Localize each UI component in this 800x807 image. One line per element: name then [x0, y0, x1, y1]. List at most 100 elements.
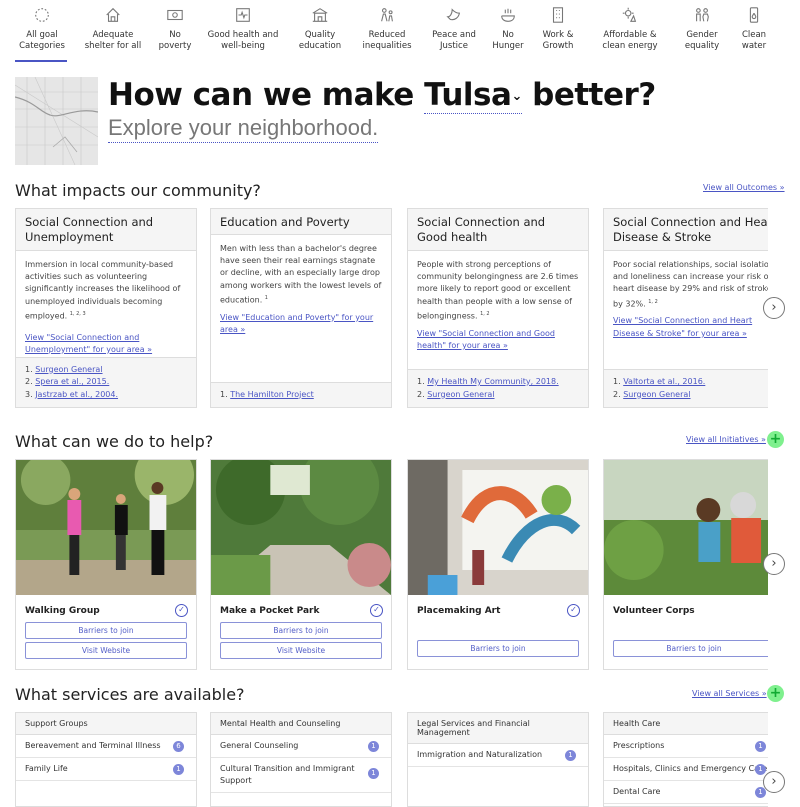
barriers-to-join-button[interactable]: Barriers to join: [220, 622, 382, 639]
reference-link[interactable]: Surgeon General: [35, 365, 102, 374]
city-selector[interactable]: Tulsa⌄: [424, 77, 522, 114]
chevron-right-icon: ›: [771, 774, 777, 789]
barriers-to-join-button[interactable]: Barriers to join: [417, 640, 579, 657]
service-category-title: Health Care: [604, 713, 768, 735]
impact-card: Social Connection and Unemployment Immer…: [15, 208, 197, 408]
people-icon: [360, 6, 414, 26]
reference-item: 1. Valtorta et al., 2016.: [613, 377, 706, 386]
nav-item-health[interactable]: Good health and well-being: [206, 6, 280, 52]
nav-item-work[interactable]: Work & Growth: [538, 6, 578, 52]
nav-item-peace[interactable]: Peace and Justice: [430, 6, 478, 52]
reference-item: 2. Spera et al., 2015.: [25, 377, 110, 386]
service-row[interactable]: Bereavement and Terminal Illness 6: [16, 735, 196, 758]
impact-card-link[interactable]: View "Social Connection and Heart Diseas…: [613, 315, 768, 339]
impact-card-link[interactable]: View "Social Connection and Unemployment…: [25, 332, 187, 356]
reference-link[interactable]: Surgeon General: [427, 390, 494, 399]
plus-icon: +: [769, 431, 782, 447]
barriers-to-join-button[interactable]: Barriers to join: [613, 640, 768, 657]
reference-link[interactable]: Spera et al., 2015.: [35, 377, 109, 386]
service-label: Dental Care: [613, 787, 661, 796]
nav-item-gender[interactable]: Gender equality: [682, 6, 722, 52]
school-icon: [294, 6, 346, 26]
service-category-title: Legal Services and Financial Management: [408, 713, 588, 744]
nav-item-education[interactable]: Quality education: [294, 6, 346, 52]
reference-item: 1. Surgeon General: [25, 364, 103, 374]
count-badge: 1: [565, 750, 576, 761]
reference-item: 1. My Health My Community, 2018.: [417, 377, 559, 386]
service-row[interactable]: General Counseling 1: [211, 735, 391, 758]
reference-item: 3. Jastrzab et al., 2004.: [25, 389, 119, 399]
impact-card: Education and Poverty Men with less than…: [210, 208, 392, 408]
nav-item-hunger[interactable]: No Hunger: [490, 6, 526, 52]
chevron-down-icon: ⌄: [511, 89, 522, 104]
service-row[interactable]: Immigration and Naturalization 1: [408, 744, 588, 767]
impact-card-link[interactable]: View "Education and Poverty" for your ar…: [220, 312, 382, 336]
nav-item-inequalities[interactable]: Reduced inequalities: [360, 6, 414, 52]
impact-card-title: Social Connection and Heart Disease & St…: [604, 209, 768, 251]
reference-link[interactable]: Surgeon General: [623, 390, 690, 399]
citation-marks: 1: [264, 294, 268, 301]
service-label: Cultural Transition and Immigrant Suppor…: [220, 764, 355, 785]
carousel-next-button[interactable]: ›: [763, 771, 785, 793]
placemaking-art-photo: [408, 460, 588, 595]
check-circle-icon[interactable]: ✓: [370, 604, 383, 617]
view-all-outcomes-link[interactable]: View all Outcomes »: [703, 183, 785, 192]
reference-link[interactable]: Jastrzab et al., 2004.: [35, 390, 118, 399]
initiative-card: Walking Group ✓ Barriers to join Visit W…: [15, 459, 197, 670]
count-badge: 1: [755, 741, 766, 752]
references: 1. My Health My Community, 2018. 2. Surg…: [408, 369, 588, 407]
add-service-button[interactable]: +: [767, 685, 784, 702]
nav-item-label: Reduced inequalities: [362, 30, 412, 51]
house-icon: [78, 6, 148, 26]
reference-link[interactable]: Valtorta et al., 2016.: [623, 377, 705, 386]
page-subtitle[interactable]: Explore your neighborhood.: [108, 115, 379, 143]
view-all-services-link[interactable]: View all Services »: [692, 689, 767, 698]
check-circle-icon[interactable]: ✓: [175, 604, 188, 617]
reference-item: 1. The Hamilton Project: [220, 389, 314, 399]
carousel-next-button[interactable]: ›: [763, 553, 785, 575]
impact-card-title: Social Connection and Unemployment: [16, 209, 196, 251]
check-circle-icon[interactable]: ✓: [567, 604, 580, 617]
visit-website-button[interactable]: Visit Website: [220, 642, 382, 659]
gender-icon: [682, 6, 722, 26]
service-label: Immigration and Naturalization: [417, 750, 543, 759]
count-badge: 6: [173, 741, 184, 752]
initiative-card: Make a Pocket Park ✓ Barriers to join Vi…: [210, 459, 392, 670]
neighborhood-map-thumbnail: [15, 77, 98, 165]
impact-card-text: Immersion in local community-based activ…: [25, 260, 181, 321]
nav-item-label: Gender equality: [684, 30, 720, 51]
initiative-title: Make a Pocket Park: [220, 606, 320, 616]
service-card: Health Care Prescriptions 1 Hospitals, Cl…: [603, 712, 768, 807]
nav-item-poverty[interactable]: No poverty: [154, 6, 196, 52]
barriers-to-join-button[interactable]: Barriers to join: [25, 622, 187, 639]
initiative-title: Placemaking Art: [417, 606, 501, 616]
service-row[interactable]: Dental Care 1: [604, 781, 768, 804]
reference-link[interactable]: My Health My Community, 2018.: [427, 377, 558, 386]
nav-item-label: Work & Growth: [542, 30, 574, 51]
nav-item-shelter[interactable]: Adequate shelter for all: [78, 6, 148, 52]
service-row[interactable]: Prescriptions 1: [604, 735, 768, 758]
impact-card-text: People with strong perceptions of commun…: [417, 260, 579, 321]
nav-item-energy[interactable]: Affordable & clean energy: [592, 6, 668, 52]
service-row[interactable]: Hospitals, Clinics and Emergency Care 1: [604, 758, 768, 781]
dotted-circle-icon: [18, 6, 66, 26]
initiative-title: Walking Group: [25, 606, 100, 616]
service-row[interactable]: Cultural Transition and Immigrant Suppor…: [211, 758, 391, 793]
title-prefix: How can we make: [108, 77, 414, 113]
reference-item: 2. Surgeon General: [613, 389, 691, 399]
service-label: Prescriptions: [613, 741, 665, 750]
dove-icon: [430, 6, 478, 26]
service-card: Mental Health and Counseling General Cou…: [210, 712, 392, 807]
add-initiative-button[interactable]: +: [767, 431, 784, 448]
nav-item-water[interactable]: Clean water: [736, 6, 772, 52]
view-all-initiatives-link[interactable]: View all Initiatives »: [686, 435, 766, 444]
nav-item-label: All goal Categories: [19, 30, 65, 51]
carousel-next-button[interactable]: ›: [763, 297, 785, 319]
chevron-right-icon: ›: [771, 556, 777, 571]
visit-website-button[interactable]: Visit Website: [25, 642, 187, 659]
reference-link[interactable]: The Hamilton Project: [230, 390, 314, 399]
service-row[interactable]: Family Life 1: [16, 758, 196, 781]
nav-item-all-categories[interactable]: All goal Categories: [18, 6, 66, 52]
impact-card-link[interactable]: View "Social Connection and Good health"…: [417, 328, 579, 352]
title-suffix: better?: [532, 77, 656, 113]
